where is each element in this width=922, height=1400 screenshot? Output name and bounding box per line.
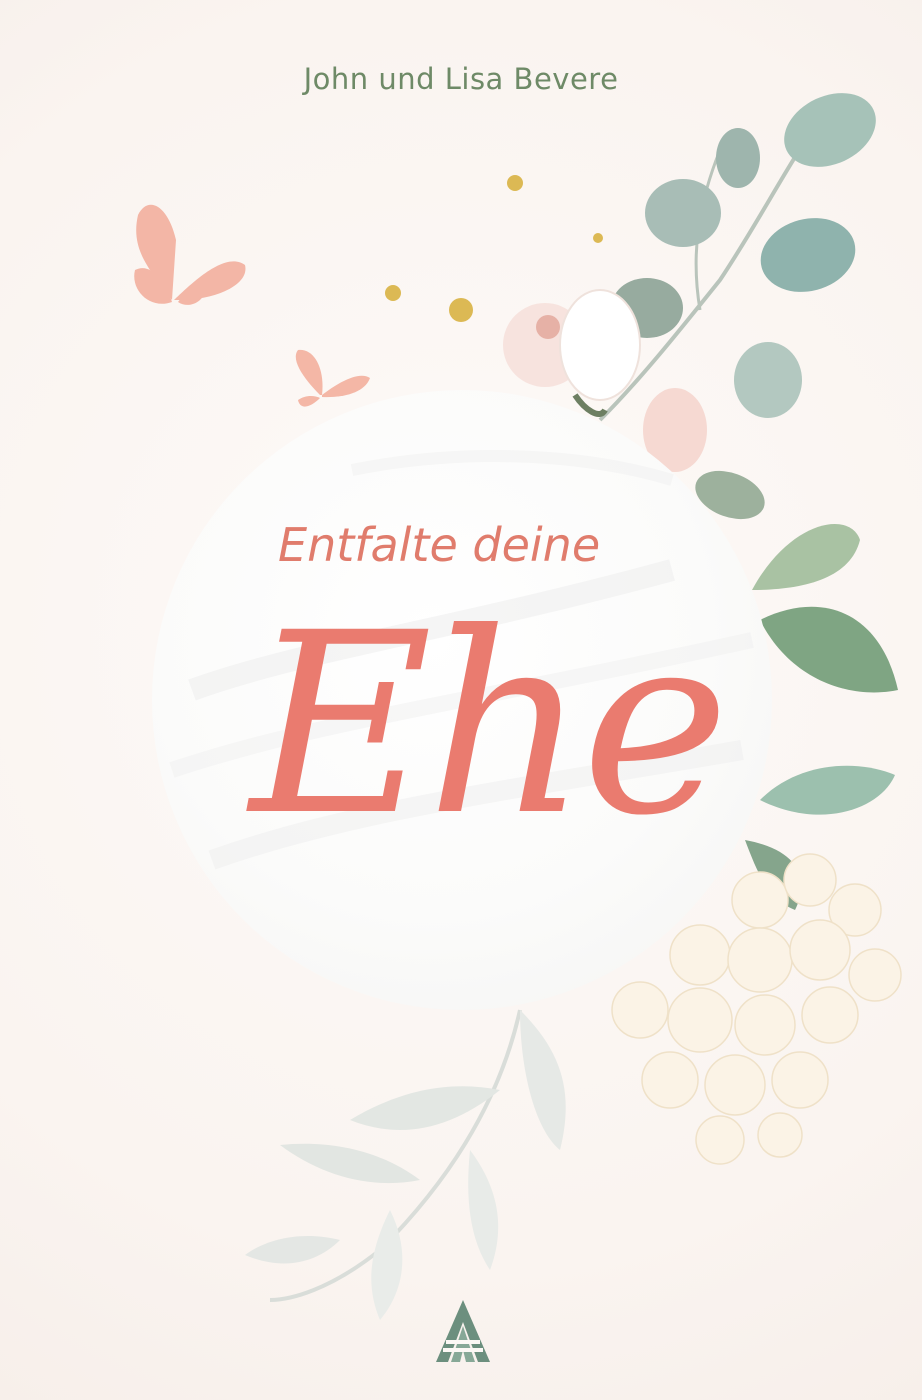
triangle-stripes-logo <box>436 1300 490 1362</box>
book-cover: John und Lisa Bevere Entfalte deine Ehe <box>0 0 922 1400</box>
pale-leaves-bottom <box>245 1009 566 1320</box>
subtitle: Entfalte deine <box>278 518 678 572</box>
book-title: Ehe <box>250 579 729 870</box>
subtitle-part-2: deine <box>472 518 601 572</box>
subtitle-part-1: Entfalte <box>278 518 458 572</box>
butterfly-icon <box>134 204 246 305</box>
